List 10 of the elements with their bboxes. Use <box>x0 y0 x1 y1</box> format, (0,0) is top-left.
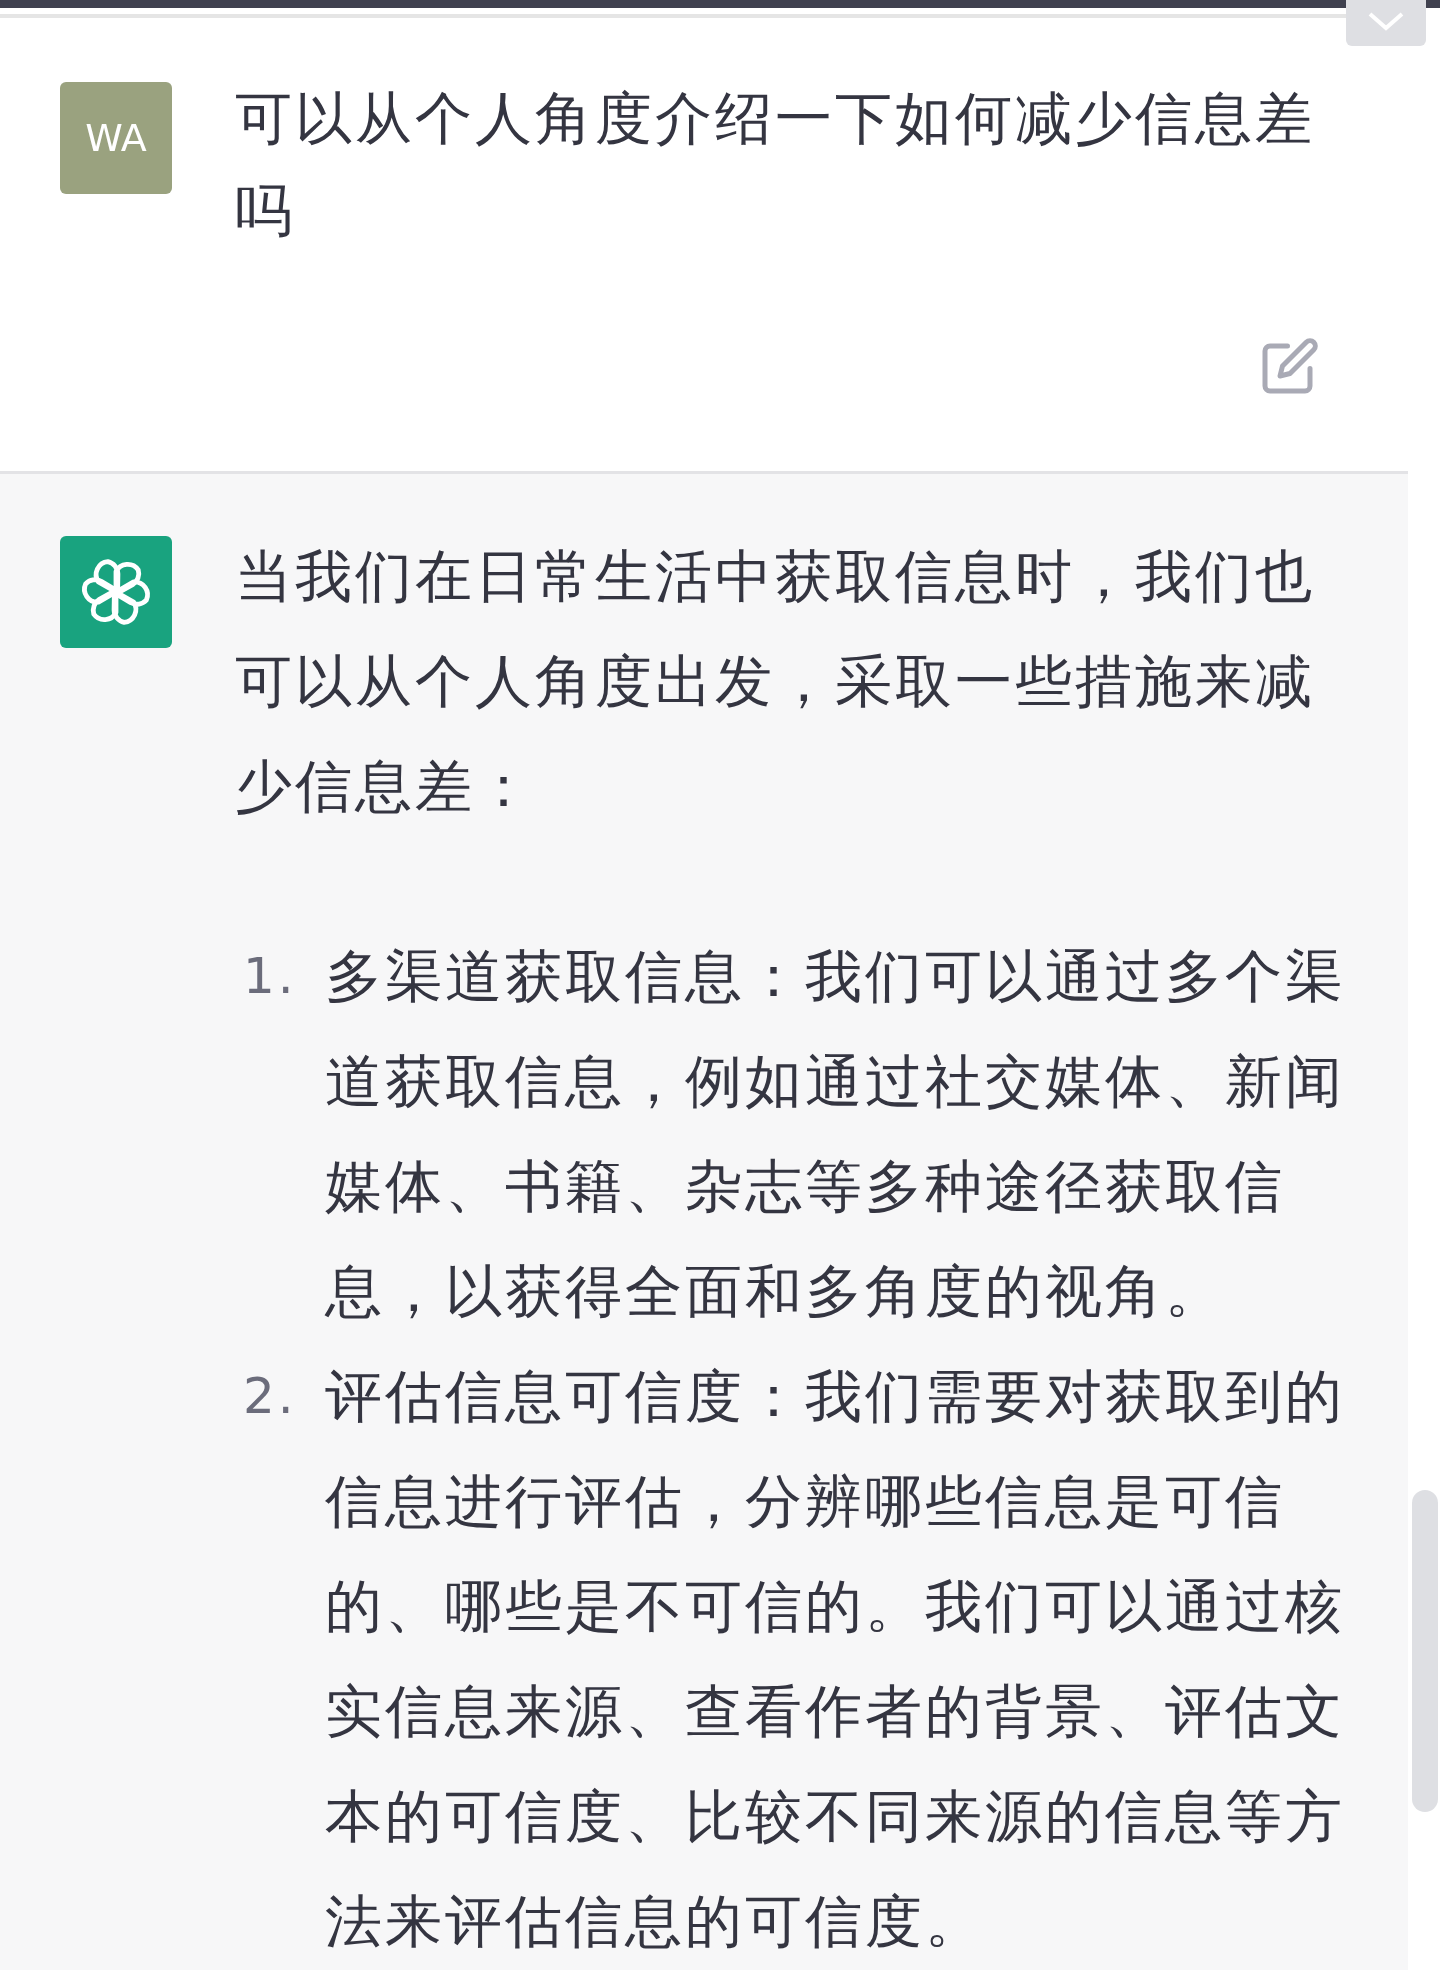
list-number: 1. <box>242 946 298 1007</box>
user-message: 可以从个人角度介绍一下如何减少信息差吗 <box>235 84 1316 245</box>
list-number: 2. <box>242 1366 298 1427</box>
user-avatar: WA <box>60 82 172 194</box>
scroll-down-button[interactable] <box>1346 0 1426 46</box>
list-item-text: 多渠道获取信息：我们可以通过多个渠道获取信息，例如通过社交媒体、新闻媒体、书籍、杂志等多种途径获取信息，以获得全面和多角度的视角。 <box>325 942 1346 1326</box>
edit-icon[interactable] <box>1260 336 1320 396</box>
list-item-text: 评估信息可信度：我们需要对获取到的信息进行评估，分辨哪些信息是可信的、哪些是不可信的。我们可以通过核实信息来源、查看作者的背景、评估文本的可信度、比较不同来源的信息等方法来评估信息的可信度。 <box>325 1362 1346 1956</box>
scrollbar-thumb[interactable] <box>1412 1490 1438 1812</box>
assistant-message: 当我们在日常生活中获取信息时，我们也可以从个人角度出发，采取一些措施来减少信息差： <box>235 542 1316 821</box>
